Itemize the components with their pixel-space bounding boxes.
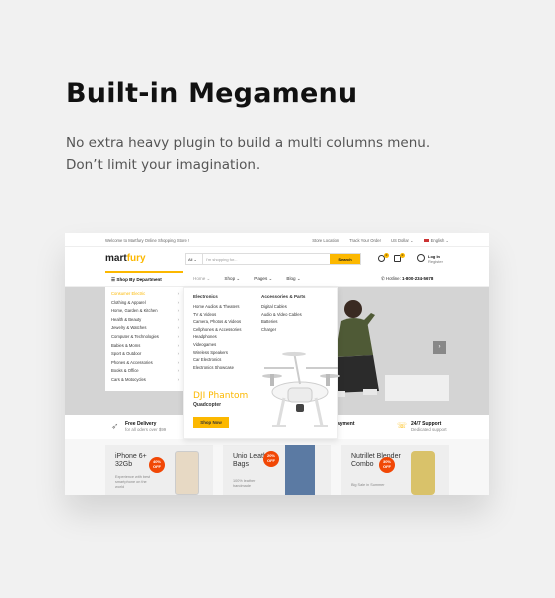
- site-header: martfury All ⌄ I'm shopping for... Searc…: [65, 247, 489, 271]
- promo-cards: iPhone 6+ 32Gb Experience with best smar…: [65, 439, 489, 495]
- user-icon: [417, 254, 425, 262]
- feature-free-delivery: ➶ Free Delivery for all oders over $99: [111, 421, 167, 432]
- cart-count: 0: [400, 253, 405, 258]
- support-icon: ☏: [397, 421, 408, 430]
- description-line-1: No extra heavy plugin to build a multi c…: [66, 135, 431, 151]
- nav-shop[interactable]: Shop ⌄: [224, 276, 240, 282]
- theme-screenshot: Welcome to Martfury Online Shopping Stor…: [65, 233, 489, 495]
- discount-badge: 30% OFF: [379, 457, 395, 473]
- header-icons: 0 0: [377, 253, 405, 264]
- mega-link[interactable]: Camera, Photos & Videos: [193, 319, 241, 327]
- promo-card[interactable]: Nutrillet Blender Combo Big Sale in Summ…: [341, 445, 449, 495]
- hero-stool: [385, 375, 449, 401]
- mega-link[interactable]: Headphones: [193, 334, 241, 342]
- wishlist-icon[interactable]: 0: [377, 253, 389, 264]
- search-button[interactable]: Search: [330, 254, 360, 264]
- nav-bar: ☰ Shop By Department Home ⌄ Shop ⌄ Pages…: [65, 271, 489, 287]
- slider-next-arrow[interactable]: ›: [433, 341, 446, 354]
- uk-flag-icon: [423, 239, 429, 243]
- bag-product-image: [285, 445, 315, 495]
- top-bar: Welcome to Martfury Online Shopping Stor…: [65, 233, 489, 247]
- dept-item[interactable]: Health & Beauty ›: [105, 317, 183, 326]
- department-menu: Consumer Electric › Clothing & Apparel › H…: [105, 287, 183, 391]
- mega-link[interactable]: Wireless Speakers: [193, 350, 241, 358]
- mega-link[interactable]: Home Audios & Theaters: [193, 304, 241, 312]
- mega-link[interactable]: Audio & Video Cables: [261, 312, 305, 320]
- wishlist-count: 0: [384, 253, 389, 258]
- site-logo[interactable]: martfury: [105, 253, 146, 264]
- department-label: Shop By Department: [116, 277, 162, 282]
- mega-link[interactable]: Car Electronics: [193, 357, 241, 365]
- nav-home[interactable]: Home ⌄: [193, 276, 210, 282]
- language-select[interactable]: English ⌄: [423, 238, 449, 243]
- dept-item[interactable]: Computer & Technologies ›: [105, 334, 183, 343]
- shop-now-button[interactable]: Shop Now: [193, 417, 229, 428]
- mega-menu-column-electronics: Electronics Home Audios & Theaters TV & …: [193, 294, 241, 372]
- promo-card[interactable]: iPhone 6+ 32Gb Experience with best smar…: [105, 445, 213, 495]
- dept-item[interactable]: Babies & Moms ›: [105, 343, 183, 352]
- promo-note: 100% leather handmade: [233, 479, 256, 488]
- dept-item[interactable]: Clothing & Apparel ›: [105, 300, 183, 309]
- discount-badge: 40% OFF: [149, 457, 165, 473]
- register-label: Register: [428, 259, 443, 264]
- rocket-icon: ➶: [111, 421, 119, 431]
- search-bar: All ⌄ I'm shopping for... Search: [185, 253, 361, 265]
- nav-pages[interactable]: Pages ⌄: [254, 276, 272, 282]
- dept-item[interactable]: Sport & Outdoor ›: [105, 351, 183, 360]
- dept-item[interactable]: Phones & Accessories ›: [105, 360, 183, 369]
- description-line-2: Don’t limit your imagination.: [66, 157, 261, 173]
- mega-link[interactable]: Videogames: [193, 342, 241, 350]
- hotline-number: 1-800-234-5678: [402, 276, 434, 281]
- mega-link[interactable]: Cellphones & Accessories: [193, 327, 241, 335]
- cart-icon[interactable]: 0: [393, 253, 405, 264]
- mega-menu-panel: Electronics Home Audios & Theaters TV & …: [183, 287, 340, 439]
- store-location-link[interactable]: Store Location: [312, 238, 339, 243]
- language-label: English ⌄: [430, 238, 449, 243]
- nav-blog[interactable]: Blog ⌄: [286, 276, 300, 282]
- dept-item[interactable]: Cars & Motocycles ›: [105, 377, 183, 386]
- blender-product-image: [411, 451, 435, 495]
- promo-title: DJI Phantom: [193, 391, 249, 401]
- mega-link[interactable]: Charger: [261, 327, 305, 335]
- mega-column-title: Electronics: [193, 294, 218, 299]
- mega-link[interactable]: Digital Cables: [261, 304, 305, 312]
- promo-note: Big Sale in Summer: [351, 483, 385, 487]
- promo-subtitle: Quadcopter: [193, 402, 222, 408]
- shop-by-department-button[interactable]: ☰ Shop By Department: [105, 271, 183, 287]
- logo-part-2: fury: [126, 253, 146, 264]
- dept-item[interactable]: Home, Garden & Kitchen ›: [105, 308, 183, 317]
- hotline-label: Hotline:: [385, 276, 401, 281]
- mega-column-title: Accessories & Parts: [261, 294, 306, 299]
- hotline: ✆ Hotline: 1-800-234-5678: [381, 276, 433, 282]
- mega-link[interactable]: Batteries: [261, 319, 305, 327]
- track-order-link[interactable]: Track Your Order: [349, 238, 381, 243]
- mega-link[interactable]: TV & Videos: [193, 312, 241, 320]
- welcome-text: Welcome to Martfury Online Shopping Stor…: [105, 238, 190, 243]
- promo-note: Experience with best smartphone on the w…: [115, 475, 151, 489]
- mega-menu-column-accessories: Accessories & Parts Digital Cables Audio…: [261, 294, 305, 334]
- search-input[interactable]: I'm shopping for...: [203, 254, 330, 264]
- phone-product-image: [175, 451, 199, 495]
- page-description: No extra heavy plugin to build a multi c…: [66, 132, 430, 176]
- dept-item[interactable]: Jewelry & Watches ›: [105, 325, 183, 334]
- drone-image: [262, 351, 340, 427]
- promo-card[interactable]: Unio Leather Bags 100% leather handmade …: [223, 445, 331, 495]
- main-nav: Home ⌄ Shop ⌄ Pages ⌄ Blog ⌄: [193, 276, 301, 282]
- login-link[interactable]: Log In Register: [417, 254, 443, 264]
- page-headline: Built-in Megamenu: [66, 78, 358, 109]
- discount-badge: 20% OFF: [263, 451, 279, 467]
- mega-link[interactable]: Electronics Showcase: [193, 365, 241, 373]
- currency-select[interactable]: US Dollar ⌄: [391, 238, 414, 243]
- logo-part-1: mart: [105, 253, 127, 264]
- dept-item[interactable]: Consumer Electric ›: [105, 291, 183, 300]
- feature-support: ☏ 24/7 Support Dedicated support: [397, 421, 447, 432]
- dept-item[interactable]: Books & Office ›: [105, 368, 183, 377]
- search-category-select[interactable]: All ⌄: [186, 254, 203, 264]
- top-bar-links: Store Location Track Your Order US Dolla…: [312, 238, 449, 243]
